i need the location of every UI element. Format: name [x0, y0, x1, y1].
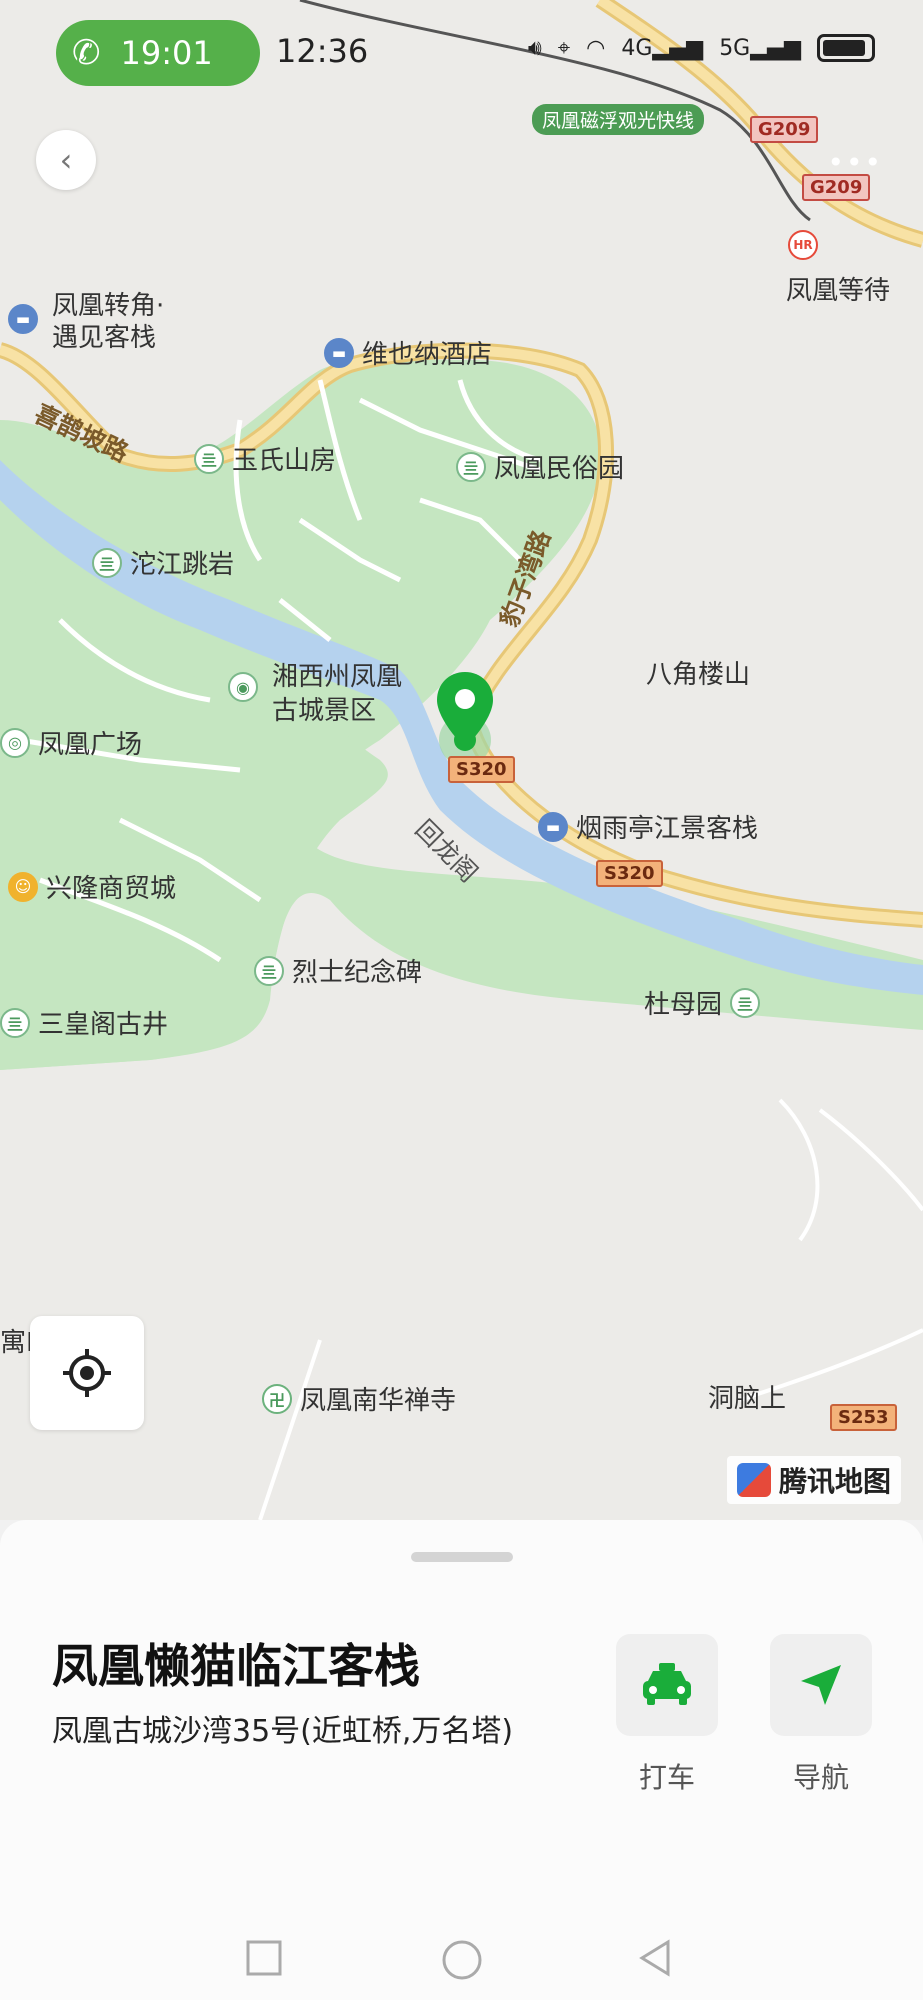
map-poi-xinglong[interactable]: ☺ 兴隆商贸城: [8, 868, 176, 905]
scenic-icon: 亖: [456, 451, 486, 482]
highway-shield-s320: S320: [596, 860, 663, 887]
back-button[interactable]: ‹: [36, 130, 96, 190]
highway-shield-g209: G209: [750, 116, 819, 143]
battery-icon: [817, 34, 875, 62]
place-detail-sheet[interactable]: 凤凰懒猫临江客栈 凤凰古城沙湾35号(近虹桥,万名塔) 打车 导航: [0, 1520, 923, 2000]
map-label-zhuanjiao[interactable]: 凤凰转角· 遇见客栈: [52, 290, 164, 354]
map-label-bajiao[interactable]: 八角楼山: [646, 654, 750, 691]
tencent-map-icon: [736, 1463, 771, 1497]
map-poi-zhuanjiao[interactable]: ▬: [8, 304, 38, 334]
map-poi-lieshi[interactable]: 亖烈士纪念碑: [254, 952, 422, 989]
status-icons: 🔊︎ ⌖ ◠ 4G▂▄▆ 5G▂▄▆: [528, 34, 875, 62]
volume-icon: 🔊︎: [527, 35, 542, 61]
map-poi-sanhuang[interactable]: 亖三皇阁古井: [0, 1004, 168, 1041]
map-poi-tuojiang[interactable]: 亖沱江跳岩: [92, 544, 234, 581]
shopping-icon: ☺: [8, 871, 38, 902]
hotel-icon: ▬: [538, 811, 568, 842]
signal-4g-icon: 4G▂▄▆: [621, 35, 704, 61]
taxi-button[interactable]: [616, 1634, 718, 1736]
map-poi-yanyuting[interactable]: ▬ 烟雨亭江景客栈: [538, 808, 758, 845]
map-poi-vienna[interactable]: ▬ 维也纳酒店: [324, 334, 492, 371]
home-button[interactable]: [440, 1938, 484, 1982]
ongoing-call-pill[interactable]: ✆ 19:01: [56, 20, 260, 86]
camera-icon: ◉: [228, 672, 258, 702]
phone-icon: ✆: [72, 33, 101, 73]
map-label-waiting[interactable]: 凤凰等待: [786, 270, 890, 307]
scenic-icon: 亖: [194, 443, 224, 474]
location-pin-icon: [437, 672, 493, 748]
map-label-scenic-area[interactable]: 湘西州凤凰 古城景区: [272, 660, 402, 728]
map-poi-nanhua[interactable]: 卍凤凰南华禅寺: [262, 1380, 456, 1417]
map-poi-guangchang[interactable]: ◎ 凤凰广场: [0, 724, 142, 761]
place-address: 凤凰古城沙湾35号(近虹桥,万名塔): [52, 1714, 514, 1749]
scenic-icon: 亖: [254, 955, 284, 986]
map-view[interactable]: 凤凰磁浮观光快线 G209 G209 HR 凤凰等待 ▬ 凤凰转角· 遇见客栈 ▬…: [0, 0, 923, 1520]
location-icon: ⌖: [557, 35, 571, 61]
taxi-icon: [643, 1663, 691, 1705]
status-clock: 12:36: [276, 32, 369, 70]
scenic-icon: ◎: [0, 727, 30, 758]
taxi-label: 打车: [638, 1761, 695, 1794]
more-dots-icon: •••: [827, 146, 883, 179]
wifi-icon: ◠: [586, 35, 606, 61]
map-poi-waiting[interactable]: HR: [788, 230, 818, 260]
highway-shield-s253: S253: [830, 1404, 897, 1431]
status-bar: ✆ 19:01 12:36 🔊︎ ⌖ ◠ 4G▂▄▆ 5G▂▄▆: [0, 0, 923, 100]
hotel-icon: ▬: [324, 337, 354, 368]
map-label-maglev[interactable]: 凤凰磁浮观光快线: [532, 104, 705, 135]
signal-5g-icon: 5G▂▄▆: [719, 35, 801, 61]
my-location-button[interactable]: [30, 1316, 144, 1430]
navigate-arrow-icon: [801, 1665, 841, 1705]
call-duration: 19:01: [120, 34, 213, 72]
back-nav-button[interactable]: [636, 1938, 676, 1978]
recent-apps-button[interactable]: [244, 1938, 284, 1978]
chevron-left-icon: ‹: [59, 141, 73, 179]
place-title: 凤凰懒猫临江客栈: [52, 1639, 420, 1693]
map-poi-yushi[interactable]: 亖玉氏山房: [194, 440, 336, 477]
map-provider-logo: 腾讯地图: [726, 1456, 901, 1504]
scenic-icon: 亖: [0, 1007, 30, 1038]
locate-crosshair-icon: [63, 1349, 111, 1397]
hotel-icon: ▬: [8, 304, 38, 334]
navigate-label: 导航: [792, 1761, 849, 1794]
scenic-icon: 亖: [92, 547, 122, 578]
map-poi-minsu[interactable]: 亖凤凰民俗园: [456, 448, 624, 485]
map-poi-scenic-area[interactable]: ◉: [228, 672, 258, 702]
navigate-button[interactable]: [770, 1634, 872, 1736]
highway-shield-s320: S320: [448, 756, 515, 783]
temple-icon: 卍: [262, 1383, 292, 1414]
system-nav-bar: [0, 1920, 923, 2000]
map-poi-dumu[interactable]: 亖杜母园: [644, 984, 761, 1021]
map-provider-name: 腾讯地图: [778, 1465, 891, 1498]
map-label-dongnao[interactable]: 洞脑上: [708, 1378, 786, 1415]
sheet-drag-handle[interactable]: [411, 1552, 513, 1562]
more-options-button[interactable]: •••: [827, 146, 883, 179]
scenic-icon: 亖: [730, 987, 761, 1018]
rail-icon: HR: [788, 230, 818, 260]
